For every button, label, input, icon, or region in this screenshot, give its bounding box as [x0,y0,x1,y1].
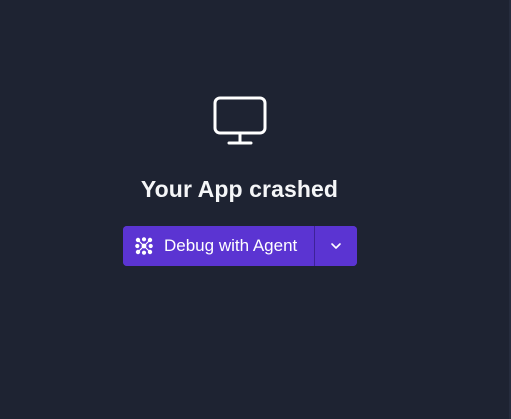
app-crash-panel: Your App crashed Debug with Agent [0,0,511,419]
debug-with-agent-button[interactable]: Debug with Agent [123,226,314,266]
agent-icon [135,237,153,255]
debug-with-agent-label: Debug with Agent [164,236,298,255]
debug-action-group: Debug with Agent [123,226,357,266]
monitor-icon [213,96,267,145]
chevron-down-icon [331,243,341,249]
debug-options-dropdown-button[interactable] [315,226,357,266]
crash-title: Your App crashed [140,176,339,202]
crash-message: Your App crashed Debug with Agent [0,0,511,419]
